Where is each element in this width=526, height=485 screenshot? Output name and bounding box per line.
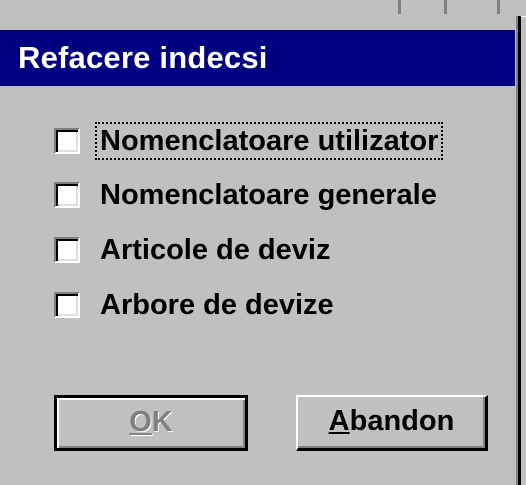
checkbox-label: Arbore de devize	[100, 289, 334, 321]
checkbox-label: Nomenclatoare utilizator	[94, 122, 444, 160]
ok-label-rest: K	[151, 406, 173, 438]
checkbox-arbore-de-devize[interactable]: Arbore de devize	[54, 287, 504, 323]
refacere-indecsi-dialog: Refacere indecsi Nomenclatoare utilizato…	[0, 16, 521, 485]
abandon-button[interactable]: Abandon	[296, 395, 488, 451]
abandon-mnemonic: A	[328, 405, 350, 437]
checkbox-box[interactable]	[54, 182, 80, 208]
checkbox-label: Nomenclatoare generale	[100, 179, 437, 211]
ok-mnemonic: O	[129, 406, 152, 438]
abandon-label-rest: bandon	[349, 405, 455, 437]
background-window-strip	[0, 0, 526, 17]
title-bar[interactable]: Refacere indecsi	[0, 30, 515, 86]
checkbox-articole-de-deviz[interactable]: Articole de deviz	[54, 232, 504, 268]
checkbox-nomenclatoare-generale[interactable]: Nomenclatoare generale	[54, 177, 504, 213]
background-divider	[497, 0, 500, 14]
checkbox-box[interactable]	[54, 128, 80, 154]
checkbox-nomenclatoare-utilizator[interactable]: Nomenclatoare utilizator	[54, 122, 504, 160]
checkbox-label: Articole de deviz	[100, 234, 331, 266]
background-divider	[444, 0, 447, 14]
ok-button[interactable]: OK	[54, 395, 248, 451]
checkbox-box[interactable]	[54, 237, 80, 263]
background-divider	[398, 0, 401, 14]
dialog-title: Refacere indecsi	[18, 40, 268, 75]
checkbox-box[interactable]	[54, 292, 80, 318]
